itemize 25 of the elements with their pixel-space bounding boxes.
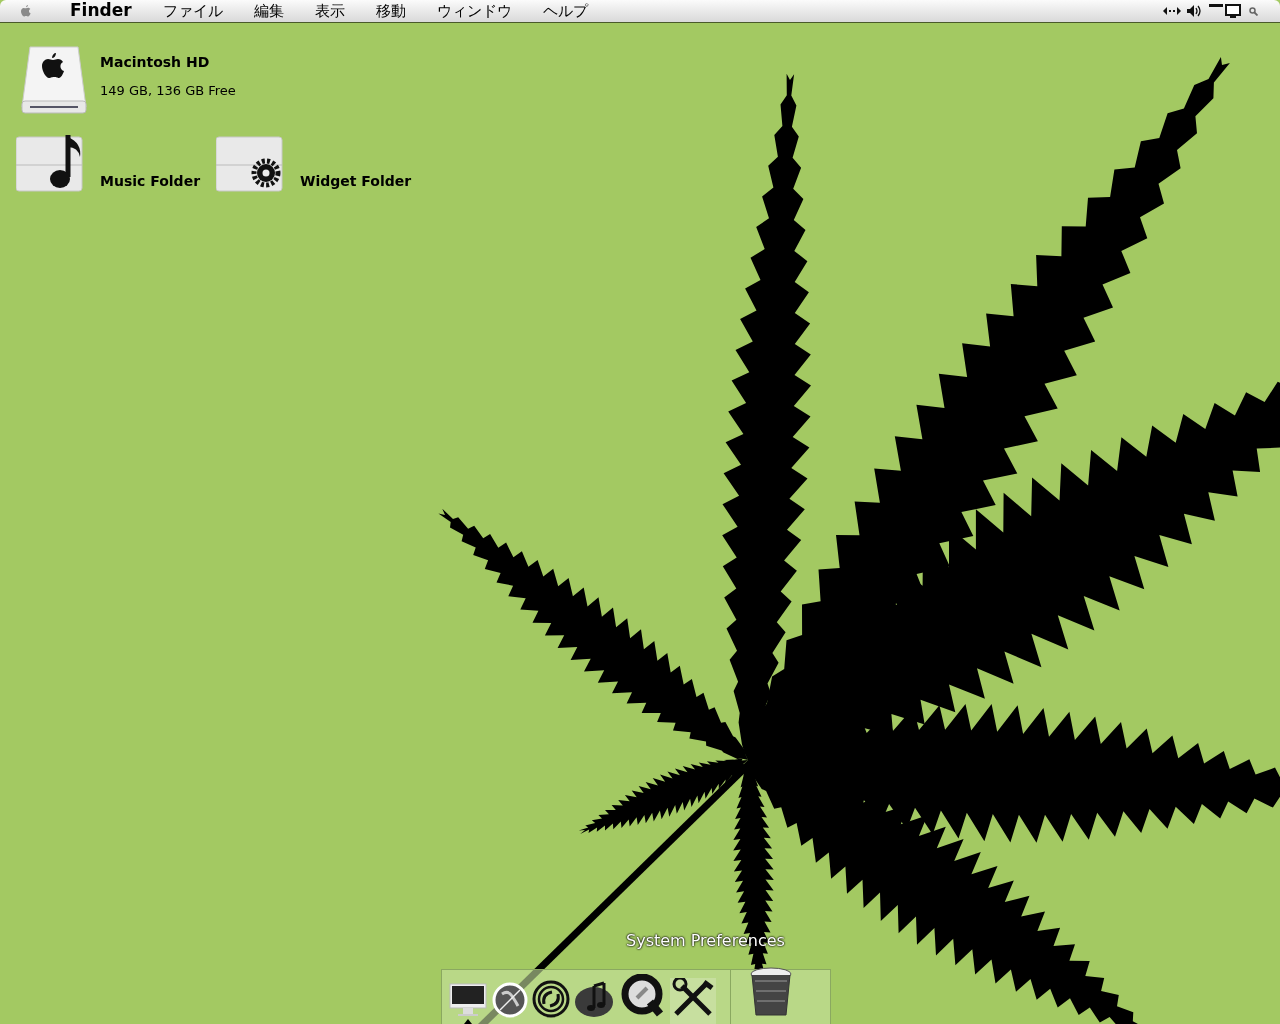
menu-item[interactable]: 移動 xyxy=(375,0,406,23)
menu-item[interactable]: 編集 xyxy=(253,0,284,23)
search-icon[interactable] xyxy=(1249,6,1258,16)
swirl-icon[interactable] xyxy=(532,980,570,1018)
menu-item[interactable]: ウィンドウ xyxy=(436,0,512,23)
q-icon[interactable] xyxy=(620,974,666,1018)
tools-icon[interactable] xyxy=(670,978,716,1018)
monitor-icon[interactable] xyxy=(448,982,488,1018)
trash-icon[interactable] xyxy=(749,966,793,1018)
network-arrows-icon[interactable] xyxy=(1163,6,1181,16)
icon-label[interactable]: Music Folder xyxy=(100,171,201,192)
menu-item[interactable]: ヘルプ xyxy=(542,0,588,23)
globe-icon[interactable] xyxy=(492,982,528,1018)
apple-icon[interactable] xyxy=(20,4,32,18)
widget-folder-icon[interactable] xyxy=(216,135,284,193)
disk-info: 149 GB, 136 GB Free xyxy=(100,82,236,100)
icon-label[interactable]: Macintosh HD xyxy=(100,52,210,73)
menu-item[interactable]: 表示 xyxy=(314,0,345,23)
menu-item[interactable]: ファイル xyxy=(162,0,223,23)
display-icon[interactable] xyxy=(1209,3,1243,19)
music-folder-icon[interactable] xyxy=(16,135,86,193)
volume-icon[interactable] xyxy=(1187,5,1203,17)
app-menu[interactable]: Finder xyxy=(70,0,132,24)
icon-label[interactable]: Widget Folder xyxy=(300,171,412,192)
hard-drive-icon[interactable] xyxy=(20,45,88,115)
